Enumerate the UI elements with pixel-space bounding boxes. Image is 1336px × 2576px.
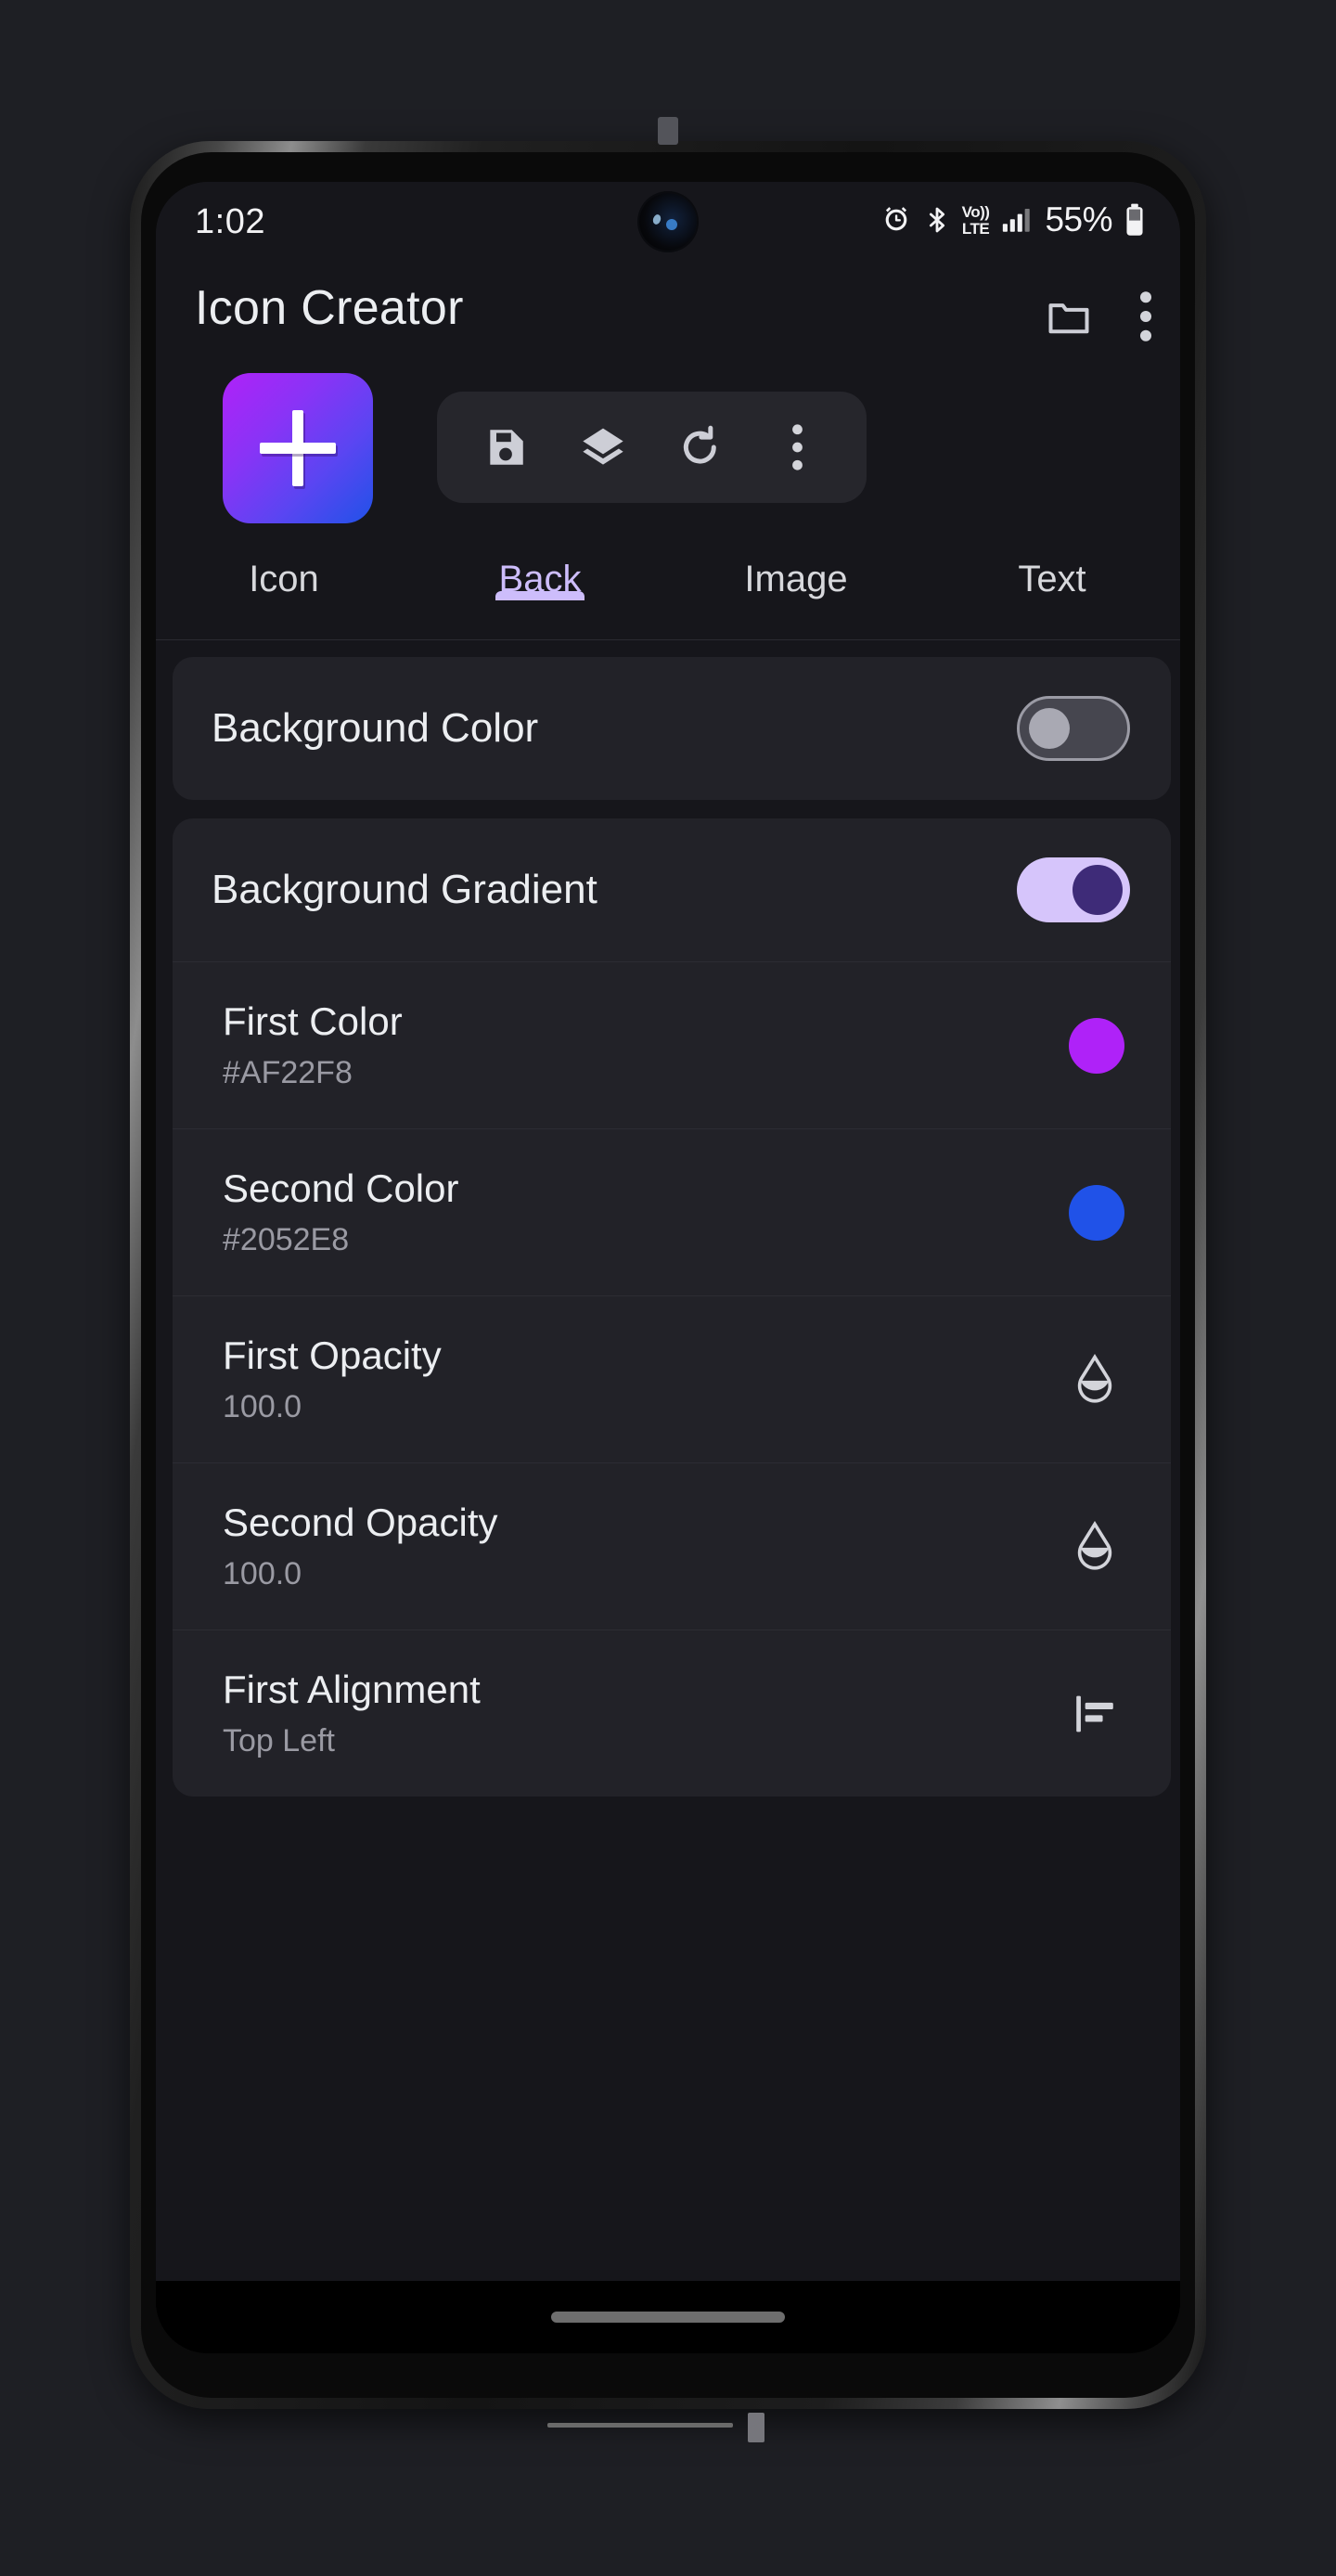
edit-toolbar (437, 392, 867, 503)
first-opacity-row[interactable]: First Opacity 100.0 (173, 1295, 1171, 1462)
opacity-droplet-icon[interactable] (1065, 1520, 1124, 1573)
gesture-navigation-bar (156, 2281, 1180, 2353)
overflow-menu-icon[interactable] (1139, 291, 1152, 341)
setting-label: First Color (223, 999, 403, 1044)
color-swatch-icon[interactable] (1069, 1184, 1124, 1241)
setting-label: Second Color (223, 1166, 459, 1211)
status-icons: Vo)) LTE 55% (880, 200, 1147, 239)
overflow-menu-icon[interactable] (766, 416, 829, 479)
page-title: Icon Creator (195, 281, 464, 335)
antenna-band-top (658, 117, 678, 145)
app-bar-actions (1043, 291, 1152, 341)
tab-label: Icon (249, 559, 319, 599)
save-icon[interactable] (474, 416, 537, 479)
bluetooth-icon (922, 204, 952, 236)
tab-bar: Icon Back Image Text (156, 538, 1180, 640)
setting-value: #AF22F8 (223, 1054, 353, 1090)
toggle-knob (1029, 708, 1070, 749)
setting-label: First Alignment (223, 1668, 481, 1712)
setting-value: 100.0 (223, 1388, 302, 1424)
opacity-droplet-icon[interactable] (1065, 1353, 1124, 1406)
tab-label: Image (744, 559, 848, 599)
status-bar: 1:02 Vo)) LTE 55% (156, 182, 1180, 262)
second-color-row[interactable]: Second Color #2052E8 (173, 1128, 1171, 1295)
toggle-knob (1073, 865, 1123, 915)
setting-value: #2052E8 (223, 1221, 350, 1257)
background-color-card: Background Color (173, 657, 1171, 800)
phone-screen: 1:02 Vo)) LTE 55% Icon Creator Icon Back… (156, 182, 1180, 2353)
background-gradient-label: Background Gradient (212, 867, 597, 912)
color-swatch-icon[interactable] (1069, 1017, 1124, 1074)
background-color-row[interactable]: Background Color (173, 657, 1171, 800)
tab-image[interactable]: Image (668, 538, 924, 600)
tab-back[interactable]: Back (412, 538, 668, 600)
plus-icon (260, 410, 336, 486)
setting-label: Second Opacity (223, 1501, 498, 1545)
preview-row (156, 366, 1180, 538)
background-color-toggle[interactable] (1017, 696, 1130, 761)
refresh-icon[interactable] (669, 416, 732, 479)
tab-icon[interactable]: Icon (156, 538, 412, 600)
layers-icon[interactable] (572, 416, 635, 479)
background-gradient-card: Background Gradient First Color #AF22F8 (173, 818, 1171, 1797)
setting-label: First Opacity (223, 1333, 442, 1378)
tab-text[interactable]: Text (924, 538, 1180, 600)
setting-value: 100.0 (223, 1555, 302, 1591)
icon-creator-app: 1:02 Vo)) LTE 55% Icon Creator Icon Back… (156, 182, 1180, 2281)
align-left-icon[interactable] (1065, 1688, 1124, 1740)
alarm-icon (880, 204, 912, 236)
icon-preview-thumbnail[interactable] (223, 373, 373, 523)
tab-active-indicator (495, 591, 584, 600)
tab-label: Text (1018, 559, 1086, 599)
background-gradient-toggle[interactable] (1017, 857, 1130, 922)
first-color-row[interactable]: First Color #AF22F8 (173, 961, 1171, 1128)
background-color-label: Background Color (212, 705, 539, 751)
folder-icon[interactable] (1043, 292, 1095, 341)
antenna-band-bottom (547, 2413, 789, 2442)
app-bar: Icon Creator (156, 262, 1180, 366)
front-camera-punch-hole (639, 193, 697, 251)
background-gradient-row[interactable]: Background Gradient (173, 818, 1171, 961)
volte-icon: Vo)) LTE (961, 202, 990, 238)
second-opacity-row[interactable]: Second Opacity 100.0 (173, 1462, 1171, 1629)
settings-list[interactable]: Background Color Background Gradient Fir… (156, 640, 1180, 2281)
first-alignment-row[interactable]: First Alignment Top Left (173, 1629, 1171, 1797)
battery-percent-label: 55% (1045, 200, 1112, 238)
battery-icon (1123, 202, 1147, 238)
home-gesture-pill[interactable] (551, 2312, 785, 2323)
setting-value: Top Left (223, 1722, 335, 1758)
signal-bars-icon (999, 204, 1033, 236)
status-clock: 1:02 (195, 202, 265, 241)
